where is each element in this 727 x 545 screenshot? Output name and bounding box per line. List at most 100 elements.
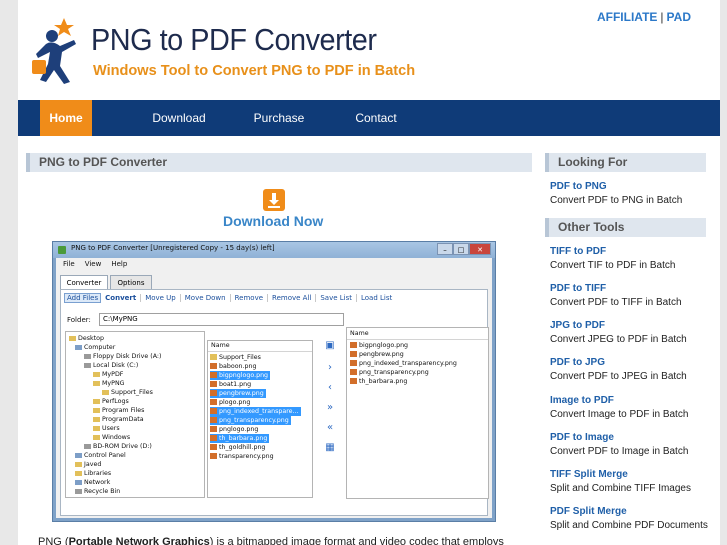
tool-move-down: Move Down <box>184 294 231 302</box>
file-row: png_indexed_transpare... <box>210 407 301 416</box>
tree-item: PerfLogs <box>93 397 129 406</box>
folder-icon <box>102 389 109 395</box>
png-file-icon <box>350 369 357 375</box>
file-row: transparency.png <box>210 452 276 461</box>
window-title: PNG to PDF Converter [Unregistered Copy … <box>71 244 275 252</box>
sidebar-link[interactable]: PDF to JPG <box>550 356 687 370</box>
sidebar-item-jpg-to-pdf: JPG to PDF Convert JPEG to PDF in Batch <box>550 319 687 347</box>
png-definition: Portable Network Graphics <box>68 536 210 545</box>
sidebar-link[interactable]: Image to PDF <box>550 394 688 408</box>
png-file-icon <box>210 417 217 423</box>
menu-view: View <box>84 260 102 268</box>
file-row: pengbrew.png <box>210 389 266 398</box>
menu-file: File <box>63 260 75 268</box>
png-file-icon <box>210 453 217 459</box>
folder-icon <box>75 461 82 467</box>
folder-icon <box>93 398 100 404</box>
nav-purchase[interactable]: Purchase <box>244 100 314 136</box>
output-list-header: Name <box>347 328 488 340</box>
move-right-icon: › <box>328 362 332 373</box>
app-toolbar: Add Files Convert Move Up Move Down Remove Re… <box>61 290 487 306</box>
nav-home[interactable]: Home <box>40 100 92 136</box>
output-row: bigpnglogo.png <box>350 341 408 350</box>
output-row: png_transparency.png <box>350 368 429 377</box>
file-row: Support_Files <box>210 353 263 362</box>
sidebar-desc: Convert PDF to Image in Batch <box>550 446 689 457</box>
sidebar-desc: Convert Image to PDF in Batch <box>550 409 689 420</box>
tree-item: BD-ROM Drive (D:) <box>84 442 152 451</box>
network-icon <box>75 479 82 485</box>
sidebar-item-pdf-split-merge: PDF Split Merge Split and Combine PDF Doc… <box>550 505 708 533</box>
download-now-link[interactable]: Download Now <box>223 213 323 229</box>
sidebar-link[interactable]: TIFF to PDF <box>550 245 675 259</box>
tree-item: Control Panel <box>75 451 126 460</box>
folder-icon <box>210 354 217 360</box>
link-separator: | <box>660 10 664 24</box>
folder-field: C:\MyPNG <box>99 313 344 326</box>
move-all-right-icon: » <box>326 402 334 413</box>
folder-icon <box>93 371 100 377</box>
png-file-icon <box>210 363 217 369</box>
sidebar-link[interactable]: PDF to Image <box>550 431 688 445</box>
png-file-icon <box>350 360 357 366</box>
sidebar-item-image-to-pdf: Image to PDF Convert Image to PDF in Batc… <box>550 394 688 422</box>
png-file-icon <box>350 378 357 384</box>
tool-save-list: Save List <box>320 294 357 302</box>
sidebar-item-pdf-to-image: PDF to Image Convert PDF to Image in Batc… <box>550 431 688 459</box>
png-file-icon <box>210 435 217 441</box>
png-file-icon <box>350 342 357 348</box>
tree-item: MyPDF <box>93 370 123 379</box>
clear-icon: ▦ <box>325 442 335 453</box>
logo-running-man-icon <box>32 18 76 84</box>
sidebar-link[interactable]: PDF Split Merge <box>550 505 708 519</box>
file-list: Name Support_Files baboon.png bigpnglogo… <box>207 340 313 498</box>
download-icon[interactable] <box>263 189 285 211</box>
file-row: boat1.png <box>210 380 253 389</box>
app-icon <box>58 246 66 254</box>
sidebar-item-tiff-split-merge: TIFF Split Merge Split and Combine TIFF I… <box>550 468 691 496</box>
file-row: baboon.png <box>210 362 259 371</box>
sidebar-item-pdf-to-tiff: PDF to TIFF Convert PDF to TIFF in Batch <box>550 282 682 310</box>
file-row: th_goldhill.png <box>210 443 267 452</box>
affiliate-link[interactable]: AFFILIATE <box>597 10 657 24</box>
pad-link[interactable]: PAD <box>667 10 691 24</box>
file-row: pnglogo.png <box>210 425 260 434</box>
site-title: PNG to PDF Converter <box>91 22 377 57</box>
tree-item: Program Files <box>93 406 144 415</box>
tool-remove: Remove <box>234 294 269 302</box>
sidebar-link[interactable]: PDF to PNG <box>550 180 682 194</box>
folder-icon <box>93 416 100 422</box>
tool-load-list: Load List <box>361 294 393 302</box>
tree-item: Network <box>75 478 110 487</box>
sidebar-link[interactable]: JPG to PDF <box>550 319 687 333</box>
sidebar-item-tiff-to-pdf: TIFF to PDF Convert TIF to PDF in Batch <box>550 245 675 273</box>
sidebar-link[interactable]: TIFF Split Merge <box>550 468 691 482</box>
tree-item: Users <box>93 424 120 433</box>
maximize-icon: □ <box>453 243 469 255</box>
tool-remove-all: Remove All <box>272 294 317 302</box>
folder-icon <box>93 407 100 413</box>
file-list-header: Name <box>208 341 312 352</box>
tree-item: Libraries <box>75 469 111 478</box>
tree-item: Desktop <box>69 334 104 343</box>
menu-bar: File View Help <box>56 260 130 272</box>
sidebar-desc: Convert JPEG to PDF in Batch <box>550 334 687 345</box>
main-nav: Home Download Purchase Contact <box>18 100 720 136</box>
control-panel-icon <box>75 452 82 458</box>
file-row: bigpnglogo.png <box>210 371 271 380</box>
nav-download[interactable]: Download <box>142 100 216 136</box>
other-tools-heading: Other Tools <box>545 218 706 237</box>
sidebar-link[interactable]: PDF to TIFF <box>550 282 682 296</box>
output-row: pengbrew.png <box>350 350 404 359</box>
tree-item: Computer <box>75 343 115 352</box>
folder-icon <box>75 470 82 476</box>
png-file-icon <box>210 381 217 387</box>
nav-contact[interactable]: Contact <box>346 100 406 136</box>
sidebar-desc: Convert PDF to PNG in Batch <box>550 195 683 206</box>
recycle-bin-icon <box>75 488 82 494</box>
file-row: png_transparency.png <box>210 416 291 425</box>
tool-move-up: Move Up <box>145 294 181 302</box>
site-subtitle: Windows Tool to Convert PNG to PDF in Ba… <box>93 62 416 79</box>
png-file-icon <box>210 399 217 405</box>
computer-icon <box>75 344 82 350</box>
